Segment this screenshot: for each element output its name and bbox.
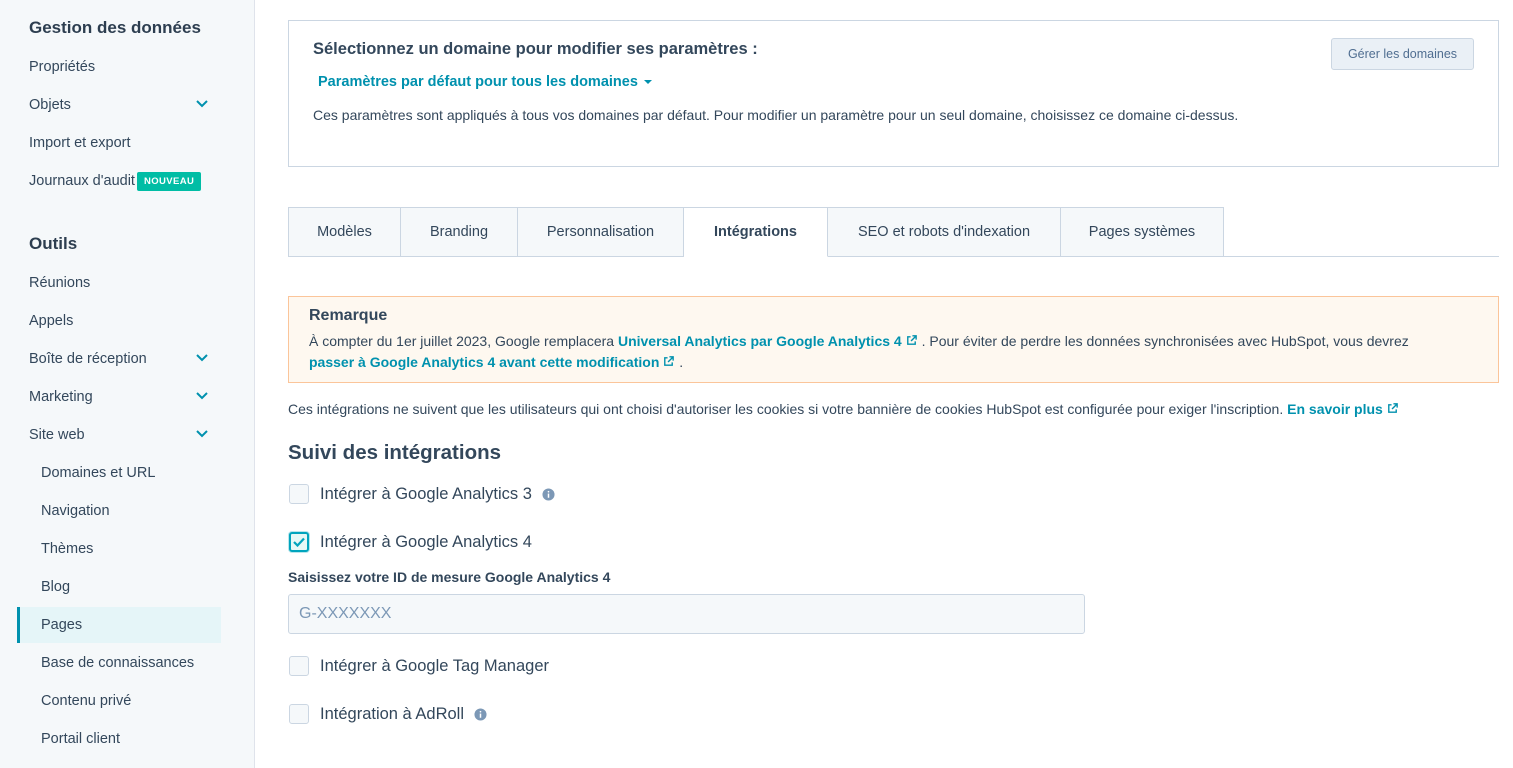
adroll-checkbox[interactable]	[289, 704, 309, 724]
link-label: passer à Google Analytics 4 avant cette …	[309, 354, 660, 370]
sidebar-item-meetings[interactable]: Réunions	[29, 265, 221, 301]
domain-dropdown-value: Paramètres par défaut pour tous les doma…	[318, 74, 638, 90]
domain-description: Ces paramètres sont appliqués à tous vos…	[313, 107, 1239, 123]
gtm-checkbox[interactable]	[289, 656, 309, 676]
external-link-icon	[906, 335, 917, 345]
sidebar-item-objects[interactable]: Objets	[29, 87, 221, 123]
sidebar-item-label: Blog	[41, 579, 71, 595]
domain-selector-panel: Sélectionnez un domaine pour modifier se…	[288, 20, 1499, 167]
sidebar-item-label: Base de connaissances	[41, 655, 195, 671]
ga4-option[interactable]: Intégrer à Google Analytics 4	[289, 532, 532, 552]
sidebar-subitem-knowledge-base[interactable]: Base de connaissances	[17, 645, 221, 681]
chevron-down-icon[interactable]	[195, 429, 209, 439]
learn-more-link[interactable]: En savoir plus	[1287, 401, 1399, 417]
sidebar-item-audit-logs[interactable]: Journaux d'audit NOUVEAU	[29, 163, 221, 199]
ga4-checkbox[interactable]	[289, 532, 309, 552]
note-text-part: . Pour éviter de perdre les données sync…	[921, 333, 1409, 349]
note-title: Remarque	[309, 307, 388, 324]
ga3-checkbox[interactable]	[289, 484, 309, 504]
cookie-info-text: Ces intégrations ne suivent que les util…	[288, 401, 1284, 417]
sidebar-subitem-navigation[interactable]: Navigation	[17, 493, 221, 529]
sidebar-item-label: Journaux d'audit	[29, 173, 135, 189]
ga4-measurement-id-input[interactable]	[288, 594, 1085, 634]
link-label: En savoir plus	[1287, 401, 1383, 417]
sidebar-item-import-export[interactable]: Import et export	[29, 125, 221, 161]
sidebar-item-label: Site web	[29, 427, 85, 443]
sidebar-item-label: Thèmes	[41, 541, 94, 557]
tab-personalization[interactable]: Personnalisation	[518, 207, 684, 257]
note-alert: Remarque À compter du 1er juillet 2023, …	[288, 296, 1499, 383]
tab-seo-crawlers[interactable]: SEO et robots d'indexation	[828, 207, 1061, 257]
sidebar-item-label: Appels	[29, 313, 74, 329]
sidebar-subitem-private-content[interactable]: Contenu privé	[17, 683, 221, 719]
manage-domains-button[interactable]: Gérer les domaines	[1331, 38, 1474, 70]
sidebar-item-label: Pages	[41, 617, 83, 633]
sidebar-item-marketing[interactable]: Marketing	[29, 379, 221, 415]
tab-templates[interactable]: Modèles	[288, 207, 401, 257]
gtm-label: Intégrer à Google Tag Manager	[320, 656, 550, 675]
settings-tabs: Modèles Branding Personnalisation Intégr…	[288, 207, 1224, 257]
chevron-down-icon[interactable]	[195, 391, 209, 401]
external-link-icon	[664, 356, 675, 366]
ga3-label: Intégrer à Google Analytics 3	[320, 484, 532, 503]
tab-integrations[interactable]: Intégrations	[684, 207, 828, 257]
tab-system-pages[interactable]: Pages systèmes	[1061, 207, 1224, 257]
universal-analytics-link[interactable]: Universal Analytics par Google Analytics…	[618, 333, 918, 349]
sidebar-subitem-pages[interactable]: Pages	[17, 607, 221, 643]
sidebar-item-label: Marketing	[29, 389, 93, 405]
gtm-option[interactable]: Intégrer à Google Tag Manager	[289, 656, 549, 676]
chevron-down-icon[interactable]	[195, 99, 209, 109]
sidebar-item-website[interactable]: Site web	[29, 417, 221, 453]
sidebar-item-label: Boîte de réception	[29, 351, 147, 367]
note-text-part: .	[679, 354, 684, 370]
domain-dropdown[interactable]: Paramètres par défaut pour tous les doma…	[318, 74, 652, 90]
sidebar-subitem-blog[interactable]: Blog	[17, 569, 221, 605]
chevron-down-icon[interactable]	[195, 353, 209, 363]
cookie-consent-info: Ces intégrations ne suivent que les util…	[288, 401, 1399, 417]
sidebar-item-label: Import et export	[29, 135, 131, 151]
tracking-section-title: Suivi des intégrations	[288, 441, 502, 464]
sidebar-item-label: Portail client	[41, 731, 120, 747]
sidebar-item-label: Objets	[29, 97, 71, 113]
external-link-icon	[1387, 403, 1398, 413]
ga3-option[interactable]: Intégrer à Google Analytics 3	[289, 484, 555, 504]
link-label: Universal Analytics par Google Analytics…	[617, 333, 902, 349]
caret-down-icon	[643, 80, 652, 84]
sidebar-section-title-data: Gestion des données	[29, 18, 201, 37]
note-text-part: À compter du 1er juillet 2023, Google re…	[309, 333, 615, 349]
sidebar-subitem-domains[interactable]: Domaines et URL	[17, 455, 221, 491]
sidebar-section-title-tools: Outils	[29, 234, 78, 253]
adroll-option[interactable]: Intégration à AdRoll	[289, 704, 487, 724]
ga4-id-label: Saisissez votre ID de mesure Google Anal…	[288, 569, 611, 585]
info-icon[interactable]	[542, 487, 555, 501]
settings-sidebar: Gestion des données Propriétés Objets Im…	[0, 0, 255, 768]
info-icon[interactable]	[474, 707, 487, 721]
sidebar-item-properties[interactable]: Propriétés	[29, 49, 221, 85]
sidebar-item-inbox[interactable]: Boîte de réception	[29, 341, 221, 377]
sidebar-item-label: Navigation	[41, 503, 110, 519]
tab-branding[interactable]: Branding	[401, 207, 518, 257]
adroll-label: Intégration à AdRoll	[320, 704, 465, 723]
sidebar-item-label: Réunions	[29, 275, 91, 291]
sidebar-item-label: Propriétés	[29, 59, 96, 75]
checkmark-icon	[293, 537, 305, 547]
sidebar-item-label: Domaines et URL	[41, 465, 156, 481]
switch-to-ga4-link[interactable]: passer à Google Analytics 4 avant cette …	[309, 354, 675, 370]
ga4-label: Intégrer à Google Analytics 4	[320, 532, 532, 551]
sidebar-item-calls[interactable]: Appels	[29, 303, 221, 339]
sidebar-subitem-themes[interactable]: Thèmes	[17, 531, 221, 567]
new-badge: NOUVEAU	[136, 171, 202, 191]
sidebar-subitem-customer-portal[interactable]: Portail client	[17, 721, 221, 757]
domain-selector-title: Sélectionnez un domaine pour modifier se…	[313, 40, 758, 58]
sidebar-item-label: Contenu privé	[41, 693, 132, 709]
note-text: À compter du 1er juillet 2023, Google re…	[309, 331, 1478, 373]
